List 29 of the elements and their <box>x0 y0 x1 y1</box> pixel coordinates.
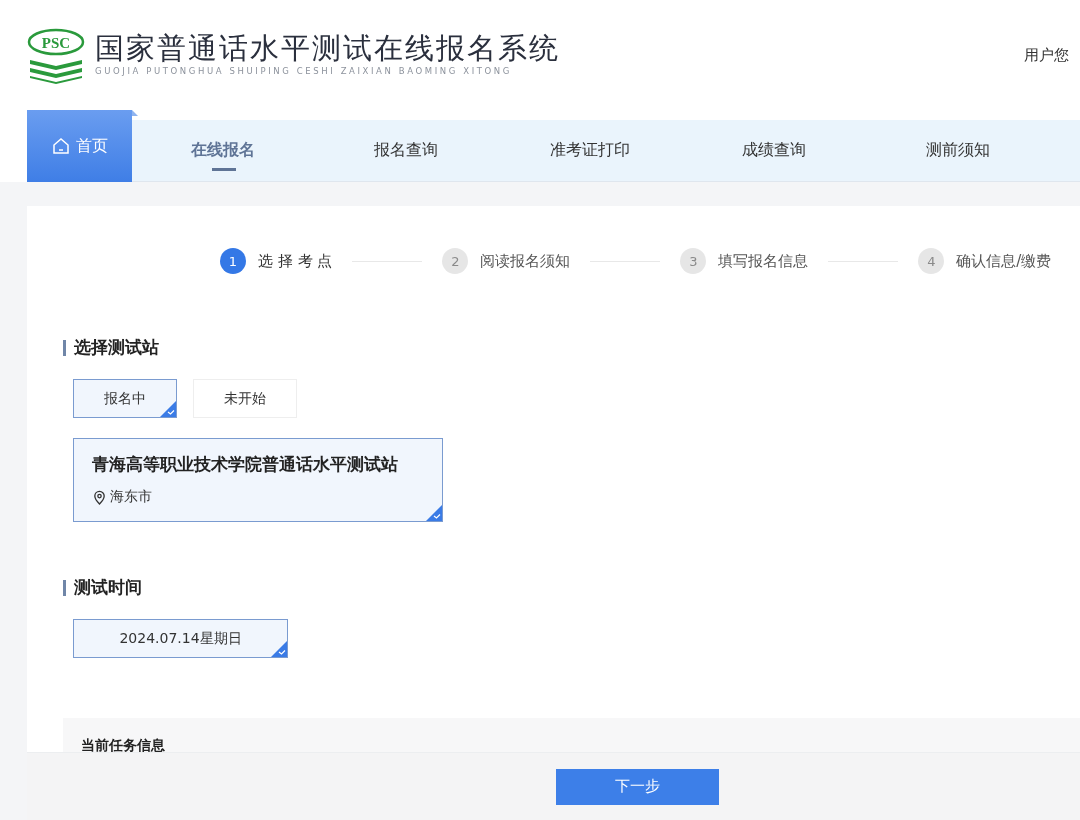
filter-option[interactable]: 报名中 <box>73 379 177 418</box>
station-location: 海东市 <box>110 488 152 506</box>
next-button[interactable]: 下一步 <box>556 768 719 805</box>
filter-option[interactable]: 未开始 <box>193 379 297 418</box>
nav-tab[interactable]: 报名查询 <box>314 120 498 181</box>
step-number: 2 <box>442 248 469 274</box>
step-label: 确认信息/缴费 <box>956 251 1052 271</box>
section-title: 选择测试站 <box>74 336 159 359</box>
logo: PSC <box>27 28 85 84</box>
site-subtitle: GUOJIA PUTONGHUA SHUIPING CESHI ZAIXIAN BAOMING XITONG <box>95 66 513 76</box>
step-label: 阅读报名须知 <box>480 251 571 271</box>
step-number: 4 <box>918 248 945 274</box>
step-label: 填写报名信息 <box>718 251 809 271</box>
station-name: 青海高等职业技术学院普通话水平测试站 <box>92 453 399 476</box>
section-title: 测试时间 <box>74 576 142 599</box>
task-info-title: 当前任务信息 <box>81 737 165 753</box>
location-pin-icon <box>92 489 107 505</box>
nav-tab[interactable]: 成绩查询 <box>682 120 866 181</box>
step-number: 1 <box>220 248 246 274</box>
step-number: 3 <box>680 248 707 274</box>
user-greeting: 用户您 <box>1024 46 1069 65</box>
date-option[interactable]: 2024.07.14星期日 <box>73 619 288 658</box>
nav-tab[interactable]: 测前须知 <box>866 120 1050 181</box>
nav-tab[interactable]: 准考证打印 <box>498 120 682 181</box>
station-card[interactable]: 青海高等职业技术学院普通话水平测试站 海东市 <box>73 438 443 522</box>
site-title: 国家普通话水平测试在线报名系统 <box>95 30 560 67</box>
step-label: 选 择 考 点 <box>258 251 333 271</box>
nav-tab[interactable]: 在线报名 <box>132 120 314 181</box>
home-icon <box>51 137 70 155</box>
